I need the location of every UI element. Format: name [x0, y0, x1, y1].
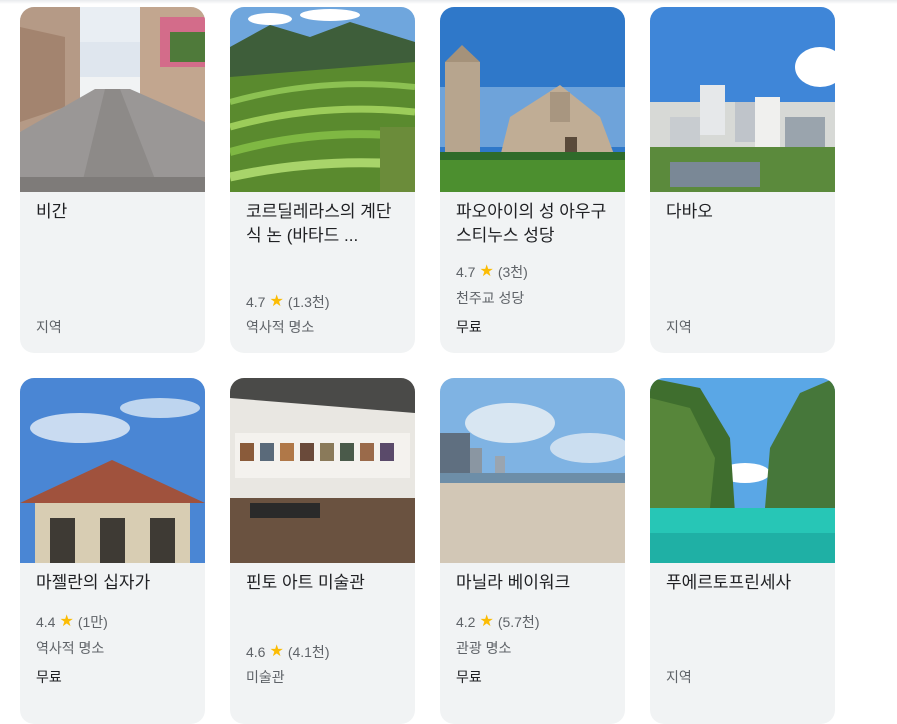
card-title: 코르딜레라스의 계단식 논 (바타드 ... — [246, 202, 392, 245]
rating-value: 4.6 — [246, 644, 266, 660]
card-category: 지역 — [666, 669, 692, 685]
rating-value: 4.7 — [246, 294, 266, 310]
card-title: 비간 — [36, 202, 68, 221]
star-icon: ★ — [479, 263, 494, 280]
rating-row: 4.6 ★ (4.1천) — [246, 642, 329, 662]
card-title: 파오아이의 성 아우구스티누스 성당 — [456, 202, 607, 245]
thumbnail-magellans-cross — [20, 378, 205, 563]
rating-row: 4.7 ★ (3천) — [456, 262, 528, 282]
star-icon: ★ — [59, 613, 74, 630]
thumbnail-puerto-princesa — [650, 378, 835, 563]
card-magellans-cross[interactable]: 마젤란의 십자가 4.4 ★ (1만) 역사적 명소 무료 — [20, 378, 205, 724]
card-title: 마젤란의 십자가 — [36, 573, 151, 592]
card-paoay-church[interactable]: 파오아이의 성 아우구스티누스 성당 4.7 ★ (3천) 천주교 성당 무료 — [440, 7, 625, 353]
review-count: (3천) — [497, 264, 528, 280]
card-category: 천주교 성당 — [456, 290, 525, 306]
card-vigan[interactable]: 비간 지역 — [20, 7, 205, 353]
card-rice-terraces[interactable]: 코르딜레라스의 계단식 논 (바타드 ... 4.7 ★ (1.3천) 역사적 … — [230, 7, 415, 353]
price-label: 무료 — [456, 319, 482, 335]
card-category: 관광 명소 — [456, 640, 512, 656]
card-puerto-princesa[interactable]: 푸에르토프린세사 지역 — [650, 378, 835, 724]
rating-value: 4.4 — [36, 614, 56, 630]
star-icon: ★ — [269, 643, 284, 660]
card-davao[interactable]: 다바오 지역 — [650, 7, 835, 353]
review-count: (1.3천) — [287, 294, 330, 310]
thumbnail-davao — [650, 7, 835, 192]
card-title: 다바오 — [666, 202, 713, 221]
thumbnail-pinto-art-museum — [230, 378, 415, 563]
card-category: 역사적 명소 — [36, 640, 105, 656]
rating-row: 4.2 ★ (5.7천) — [456, 612, 539, 632]
rating-value: 4.7 — [456, 264, 476, 280]
star-icon: ★ — [269, 293, 284, 310]
card-title: 푸에르토프린세사 — [666, 573, 792, 592]
price-label: 무료 — [456, 669, 482, 685]
review-count: (1만) — [77, 614, 108, 630]
price-label: 무료 — [36, 669, 62, 685]
review-count: (5.7천) — [497, 614, 540, 630]
rating-row: 4.7 ★ (1.3천) — [246, 292, 329, 312]
thumbnail-paoay-church — [440, 7, 625, 192]
card-category: 역사적 명소 — [246, 319, 315, 335]
card-category: 미술관 — [246, 669, 285, 685]
card-category: 지역 — [36, 319, 62, 335]
top-divider — [0, 0, 897, 4]
card-title: 마닐라 베이워크 — [456, 573, 571, 592]
card-category: 지역 — [666, 319, 692, 335]
thumbnail-vigan — [20, 7, 205, 192]
review-count: (4.1천) — [287, 644, 330, 660]
card-pinto-art-museum[interactable]: 핀토 아트 미술관 4.6 ★ (4.1천) 미술관 — [230, 378, 415, 724]
rating-row: 4.4 ★ (1만) — [36, 612, 108, 632]
rating-value: 4.2 — [456, 614, 476, 630]
card-manila-baywalk[interactable]: 마닐라 베이워크 4.2 ★ (5.7천) 관광 명소 무료 — [440, 378, 625, 724]
star-icon: ★ — [479, 613, 494, 630]
thumbnail-rice-terraces — [230, 7, 415, 192]
card-title: 핀토 아트 미술관 — [246, 573, 365, 592]
thumbnail-manila-baywalk — [440, 378, 625, 563]
